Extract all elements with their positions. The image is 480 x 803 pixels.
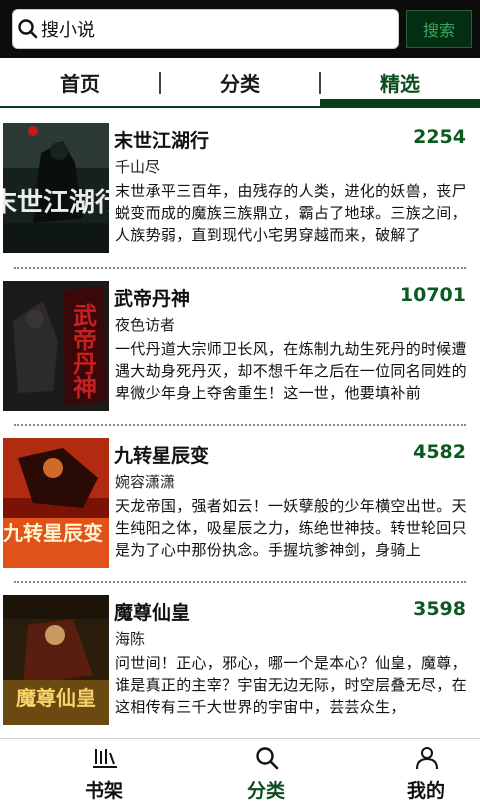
book-item[interactable]: 魔尊仙皇 魔尊仙皇 3598 海陈 问世间！正心，邪心，哪一个是本心？仙皇，魔尊… bbox=[0, 590, 480, 747]
search-input[interactable] bbox=[39, 14, 393, 46]
book-author: 海陈 bbox=[115, 630, 146, 648]
book-item[interactable]: 武帝丹神 武帝丹神 10701 夜色访者 一代丹道大宗师卫长风，在炼制九劫生死丹… bbox=[0, 276, 480, 433]
bookshelf-icon bbox=[93, 749, 117, 768]
nav-label: 我的 bbox=[406, 780, 445, 802]
book-description: 一代丹道大宗师卫长风，在炼制九劫生死丹的时候遭遇大劫身死丹灭，却不想千年之后在一… bbox=[115, 340, 467, 402]
cover-title: 武帝丹神 bbox=[69, 303, 98, 399]
divider bbox=[14, 267, 466, 269]
book-cover[interactable]: 末世江湖行 bbox=[3, 123, 109, 253]
book-count: 10701 bbox=[399, 284, 466, 306]
book-title[interactable]: 九转星辰变 bbox=[114, 441, 209, 468]
book-description: 问世间！正心，邪心，哪一个是本心？仙皇，魔尊，谁是真正的主宰？宇宙无边无际，时空… bbox=[115, 654, 467, 716]
book-item[interactable]: 九转星辰变 九转星辰变 4582 婉容潇潇 天龙帝国，强者如云！一妖孽般的少年横… bbox=[0, 433, 480, 590]
book-author: 夜色访者 bbox=[115, 316, 176, 334]
search-icon bbox=[18, 19, 38, 39]
nav-bookshelf[interactable]: 书架 bbox=[24, 739, 184, 802]
user-icon bbox=[416, 747, 438, 770]
book-author: 千山尽 bbox=[115, 158, 161, 176]
book-cover[interactable]: 魔尊仙皇 bbox=[3, 595, 109, 725]
book-title[interactable]: 武帝丹神 bbox=[114, 284, 190, 311]
book-description: 天龙帝国，强者如云！一妖孽般的少年横空出世。天生纯阳之体，吸星辰之力，练绝世神技… bbox=[115, 497, 467, 559]
active-tab-indicator bbox=[320, 99, 480, 106]
nav-categories[interactable]: 分类 bbox=[186, 739, 346, 802]
book-description: 末世承平三百年，由残存的人类，进化的妖兽，丧尸蜕变而成的魔族三族鼎立，霸占了地球… bbox=[115, 182, 467, 244]
nav-label: 分类 bbox=[246, 780, 285, 802]
book-count: 3598 bbox=[413, 598, 466, 620]
book-title[interactable]: 末世江湖行 bbox=[114, 126, 209, 153]
top-bar: 搜索 bbox=[0, 0, 480, 58]
nav-profile[interactable]: 我的 bbox=[346, 739, 480, 802]
search-icon bbox=[256, 747, 279, 770]
book-title[interactable]: 魔尊仙皇 bbox=[114, 598, 190, 625]
book-cover[interactable]: 武帝丹神 bbox=[3, 281, 109, 411]
cover-title: 魔尊仙皇 bbox=[16, 686, 96, 710]
book-cover[interactable]: 九转星辰变 bbox=[3, 438, 109, 568]
search-button[interactable]: 搜索 bbox=[406, 10, 472, 48]
divider bbox=[14, 424, 466, 426]
book-count: 4582 bbox=[413, 441, 466, 463]
cover-title: 末世江湖行 bbox=[3, 187, 109, 218]
tab-categories[interactable]: 分类 bbox=[160, 58, 320, 106]
book-author: 婉容潇潇 bbox=[115, 473, 176, 491]
nav-label: 书架 bbox=[84, 780, 123, 802]
book-item[interactable]: 末世江湖行 末世江湖行 2254 千山尽 末世承平三百年，由残存的人类，进化的妖… bbox=[0, 118, 480, 275]
cover-title: 九转星辰变 bbox=[3, 521, 103, 545]
search-box[interactable] bbox=[12, 9, 399, 49]
divider bbox=[14, 581, 466, 583]
book-count: 2254 bbox=[413, 126, 466, 148]
bottom-nav: 书架 分类 我的 bbox=[0, 738, 480, 802]
tab-home[interactable]: 首页 bbox=[0, 58, 160, 106]
tab-bar: 首页 分类 精选 bbox=[0, 58, 480, 108]
